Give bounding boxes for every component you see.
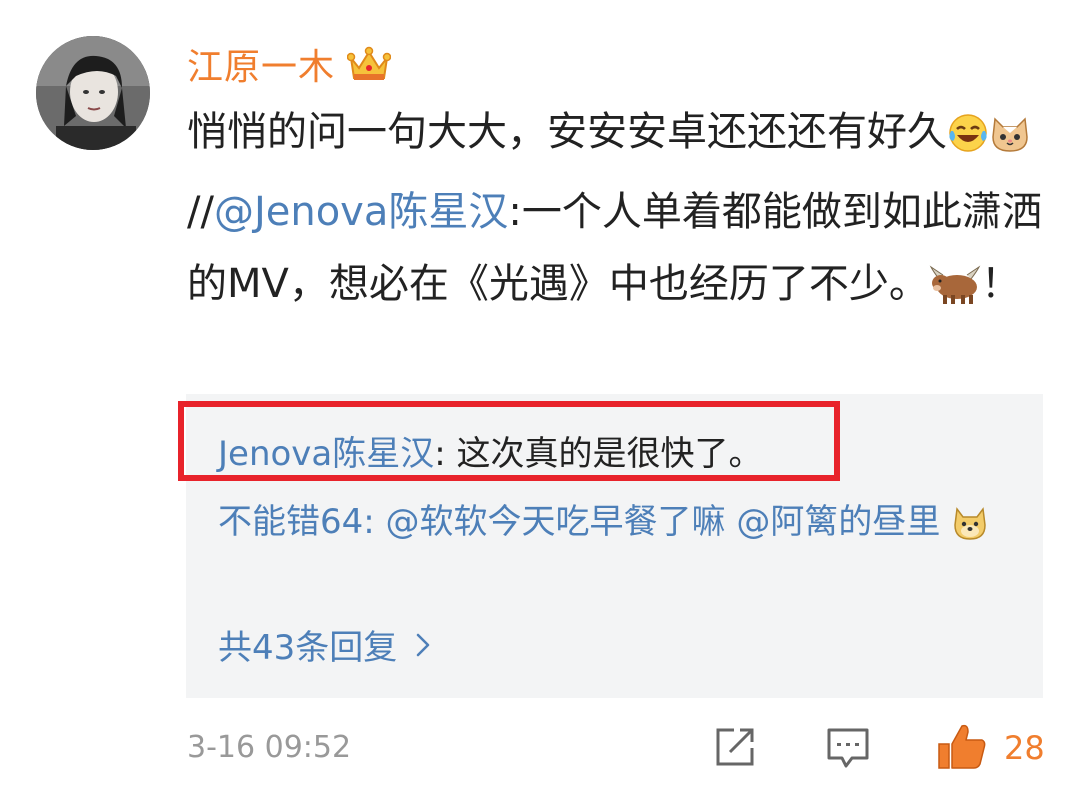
username[interactable]: 江原一木: [187, 38, 335, 90]
timestamp: 3-16 09:52: [187, 730, 352, 765]
avatar-image: [36, 36, 150, 150]
comment-text-part3: ！: [980, 261, 1021, 307]
avatar[interactable]: [36, 36, 150, 150]
more-replies-label: 共43条回复: [218, 628, 398, 668]
cat-emoji: [989, 104, 1031, 176]
comment-text-part1: 悄悄的问一句大大，安安安卓还还还有好久: [187, 109, 947, 155]
reply-text[interactable]: : @软软今天吃早餐了嘛 @阿篱的昼里: [363, 502, 940, 542]
thumbs-up-icon[interactable]: [936, 720, 988, 772]
chevron-right-icon: [417, 633, 430, 656]
crown-icon: [347, 46, 392, 80]
comment-icon[interactable]: [826, 726, 870, 770]
repost-separator: //: [187, 189, 214, 235]
highlight-box: [178, 401, 840, 481]
mention-link[interactable]: @Jenova陈星汉: [214, 189, 508, 235]
more-replies-link[interactable]: 共43条回复: [218, 620, 431, 669]
comment-text: 悄悄的问一句大大，安安安卓还还还有好久//@Jenova陈星汉:一个人单着都能做…: [187, 96, 1047, 328]
ox-emoji: [929, 256, 981, 328]
reply-item-2[interactable]: 不能错64: @软软今天吃早餐了嘛 @阿篱的昼里: [218, 490, 1008, 562]
like-count: 28: [1004, 729, 1045, 767]
reply-author[interactable]: 不能错64: [218, 502, 363, 542]
laughing-tears-emoji: [947, 104, 989, 176]
username-row: 江原一木: [187, 34, 392, 94]
doge-emoji: [951, 498, 989, 562]
share-icon[interactable]: [714, 726, 756, 768]
